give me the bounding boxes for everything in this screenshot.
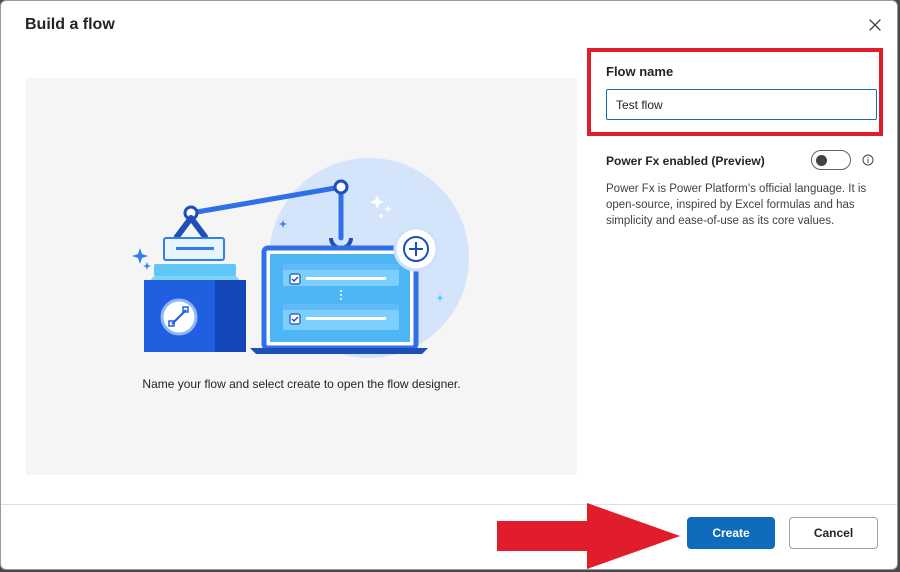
build-flow-dialog: Build a flow Name your flow and select c… <box>0 0 898 570</box>
annotation-arrow-icon <box>497 503 680 569</box>
dialog-title: Build a flow <box>25 16 115 33</box>
create-button[interactable]: Create <box>687 517 775 549</box>
add-circle-icon <box>393 226 439 272</box>
flow-name-input[interactable] <box>606 89 877 120</box>
illustration-panel: Name your flow and select create to open… <box>26 78 577 475</box>
close-icon[interactable] <box>863 13 887 37</box>
info-icon[interactable] <box>862 154 874 166</box>
cancel-button[interactable]: Cancel <box>789 517 878 549</box>
toggle-knob <box>816 155 827 166</box>
flow-name-label: Flow name <box>606 64 674 79</box>
power-fx-description: Power Fx is Power Platform's official la… <box>606 183 867 227</box>
footer-divider <box>1 504 897 505</box>
flow-designer-illustration <box>132 158 469 358</box>
power-fx-label: Power Fx enabled (Preview) <box>606 154 765 168</box>
power-fx-toggle[interactable] <box>811 150 851 170</box>
illustration-caption: Name your flow and select create to open… <box>142 377 461 391</box>
